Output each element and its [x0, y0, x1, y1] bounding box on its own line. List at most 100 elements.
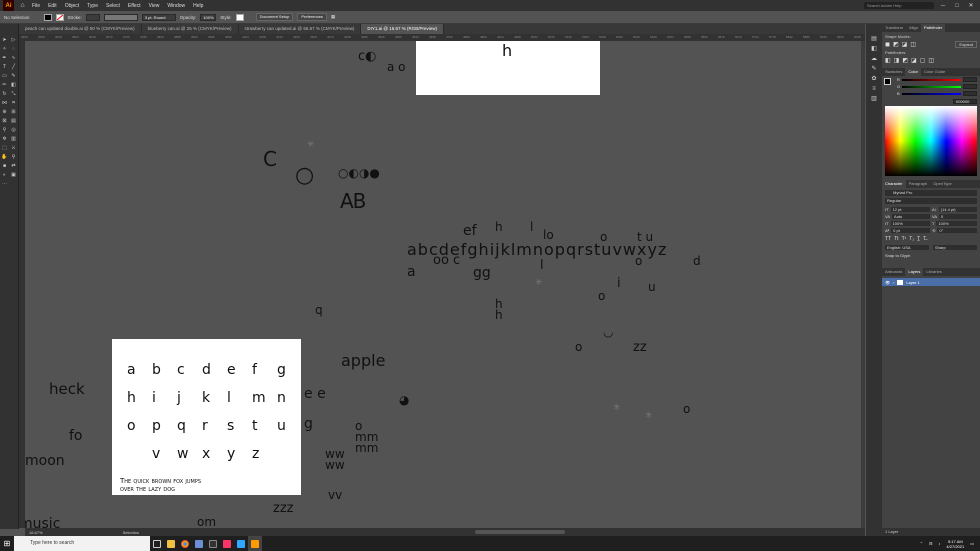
slice-tool-icon[interactable]: ⚔	[10, 145, 17, 152]
illustrator-logo[interactable]: Ai	[3, 0, 14, 11]
preferences-button[interactable]: Preferences	[297, 13, 327, 21]
superscript-icon[interactable]: T¹	[902, 236, 907, 242]
rectangle-tool-icon[interactable]: ▭	[1, 73, 8, 80]
tab-diy1[interactable]: DIY1.ai @ 16.67 % (RGB/Preview)	[361, 24, 444, 34]
symbol-sprayer-icon[interactable]: ✲	[1, 136, 8, 143]
antialias-field[interactable]: Sharp	[933, 245, 977, 250]
rotation-field[interactable]: 0°	[937, 228, 977, 233]
all-caps-icon[interactable]: TT	[885, 236, 891, 242]
pencil-icon[interactable]: ✏	[1, 82, 8, 89]
small-caps-icon[interactable]: Tt	[894, 236, 898, 242]
baseline-field[interactable]: 0 pt	[891, 228, 930, 233]
top-artboard[interactable]: h	[416, 41, 600, 95]
opacity-field[interactable]: 100%	[200, 13, 217, 21]
tracking-field[interactable]: 0	[939, 214, 977, 219]
expand-arrow-icon[interactable]: ›	[893, 280, 894, 285]
screen-mode-icon[interactable]: ▣	[10, 172, 17, 179]
tab-libraries[interactable]: Libraries	[923, 268, 944, 276]
store-icon[interactable]	[206, 536, 220, 551]
menu-edit[interactable]: Edit	[44, 3, 61, 9]
tab-swatches[interactable]: Swatches	[882, 68, 905, 76]
menu-effect[interactable]: Effect	[124, 3, 145, 9]
clock[interactable]: 5:17 AM 4/27/2021	[946, 539, 964, 549]
font-style-field[interactable]: Regular	[885, 198, 977, 204]
graph-tool-icon[interactable]: ▥	[10, 136, 17, 143]
zoom-tool-icon[interactable]: ⚲	[10, 154, 17, 161]
curvature-tool-icon[interactable]: ∿	[10, 55, 17, 62]
help-search-input[interactable]: Search Adobe Help	[864, 2, 934, 9]
tab-blueberry-can[interactable]: blueberry can.ai @ 25 % (CMYK/Preview)	[142, 24, 239, 34]
pen-tool-icon[interactable]: ✒	[1, 55, 8, 62]
maximize-icon[interactable]: □	[952, 3, 962, 9]
blue-slider[interactable]	[901, 92, 961, 95]
hex-field[interactable]: 000000	[953, 99, 977, 104]
leading-field[interactable]: (14.4 pt)	[938, 207, 977, 212]
stroke-swatch[interactable]	[55, 13, 64, 21]
font-size-field[interactable]: 12 pt	[890, 207, 930, 212]
tab-opentype[interactable]: OpenType	[930, 180, 954, 188]
divide-icon[interactable]: ◧	[885, 57, 891, 64]
underline-icon[interactable]: T̲	[917, 236, 920, 242]
gradient-panel-icon[interactable]: ▥	[866, 94, 882, 104]
tab-strawberry-can[interactable]: strawberry can updated.ai @ 66.67 % (CMY…	[239, 24, 362, 34]
layer-name[interactable]: Layer 1	[906, 280, 919, 285]
libraries-icon[interactable]: ☁	[866, 54, 882, 64]
arrange-documents-icon[interactable]: ▦	[331, 14, 335, 20]
volume-icon[interactable]: ♪	[938, 541, 940, 546]
draw-mode-icon[interactable]: ◐	[1, 172, 8, 179]
magic-wand-icon[interactable]: ✧	[1, 46, 8, 53]
network-icon[interactable]: ⊟	[929, 541, 932, 546]
tab-color[interactable]: Color	[905, 68, 921, 76]
blend-tool-icon[interactable]: ◎	[10, 127, 17, 134]
tab-transform[interactable]: Transform	[882, 24, 906, 32]
tab-color-guide[interactable]: Color Guide	[921, 68, 948, 76]
fill-stroke-indicator[interactable]	[882, 76, 894, 97]
illustrator-taskbar-icon[interactable]	[248, 536, 262, 551]
menu-window[interactable]: Window	[163, 3, 189, 9]
brush-definition[interactable]: 3 pt. Round	[141, 13, 176, 21]
menu-select[interactable]: Select	[102, 3, 124, 9]
scale-tool-icon[interactable]: ⤡	[10, 91, 17, 98]
layers-icon[interactable]: ◧	[866, 44, 882, 54]
properties-icon[interactable]: ▤	[866, 34, 882, 44]
font-family-field[interactable]: Myriad Pro	[885, 190, 977, 196]
lasso-icon[interactable]: ◌	[10, 46, 17, 53]
notifications-icon[interactable]: ▭	[970, 541, 974, 546]
windows-start-icon[interactable]: ⊞	[0, 539, 14, 548]
indesign-icon[interactable]	[220, 536, 234, 551]
merge-icon[interactable]: ◩	[902, 57, 908, 64]
graphic-style-swatch[interactable]	[235, 13, 244, 21]
trim-icon[interactable]: ◨	[894, 57, 900, 64]
strikethrough-icon[interactable]: T̶	[923, 236, 926, 242]
current-tool-status[interactable]: Selection	[123, 530, 139, 535]
expand-button[interactable]: Expand	[955, 41, 977, 48]
selection-tool-icon[interactable]: ➤	[1, 37, 8, 44]
rotate-tool-icon[interactable]: ↻	[1, 91, 8, 98]
free-transform-icon[interactable]: ⌗	[10, 100, 17, 107]
artboard-tool-icon[interactable]: ⬚	[1, 145, 8, 152]
tray-arrow-icon[interactable]: ⌃	[920, 541, 923, 546]
horizontal-ruler[interactable]: 3402 3456 3510 3564 3618 3672 3726 3780 3834 3888…	[19, 34, 865, 41]
fill-swatch[interactable]	[43, 13, 52, 21]
color-spectrum[interactable]	[885, 106, 977, 176]
width-tool-icon[interactable]: ⋈	[1, 100, 8, 107]
language-field[interactable]: English: USA	[885, 245, 929, 250]
home-icon[interactable]: ⌂	[17, 2, 28, 9]
minimize-icon[interactable]: ─	[938, 3, 948, 9]
minus-back-icon[interactable]: ◫	[928, 57, 934, 64]
kerning-field[interactable]: Auto	[892, 214, 930, 219]
edit-toolbar-icon[interactable]: ⋯	[1, 181, 8, 188]
menu-type[interactable]: Type	[83, 3, 102, 9]
tab-align[interactable]: Align	[906, 24, 921, 32]
type-tool-icon[interactable]: T	[1, 64, 8, 71]
menu-view[interactable]: View	[145, 3, 164, 9]
tab-artboards[interactable]: Artboards	[882, 268, 905, 276]
tab-pathfinder[interactable]: Pathfinder	[920, 24, 946, 32]
mesh-tool-icon[interactable]: ⊠	[1, 118, 8, 125]
menu-help[interactable]: Help	[189, 3, 207, 9]
blue-value[interactable]	[963, 91, 977, 96]
direct-selection-tool-icon[interactable]: ▷	[10, 37, 17, 44]
perspective-grid-icon[interactable]: ⊞	[10, 109, 17, 116]
minus-front-icon[interactable]: ◩	[893, 41, 899, 48]
tab-peach-can[interactable]: peach can updated double.ai @ 50 % (CMYK…	[19, 24, 142, 34]
